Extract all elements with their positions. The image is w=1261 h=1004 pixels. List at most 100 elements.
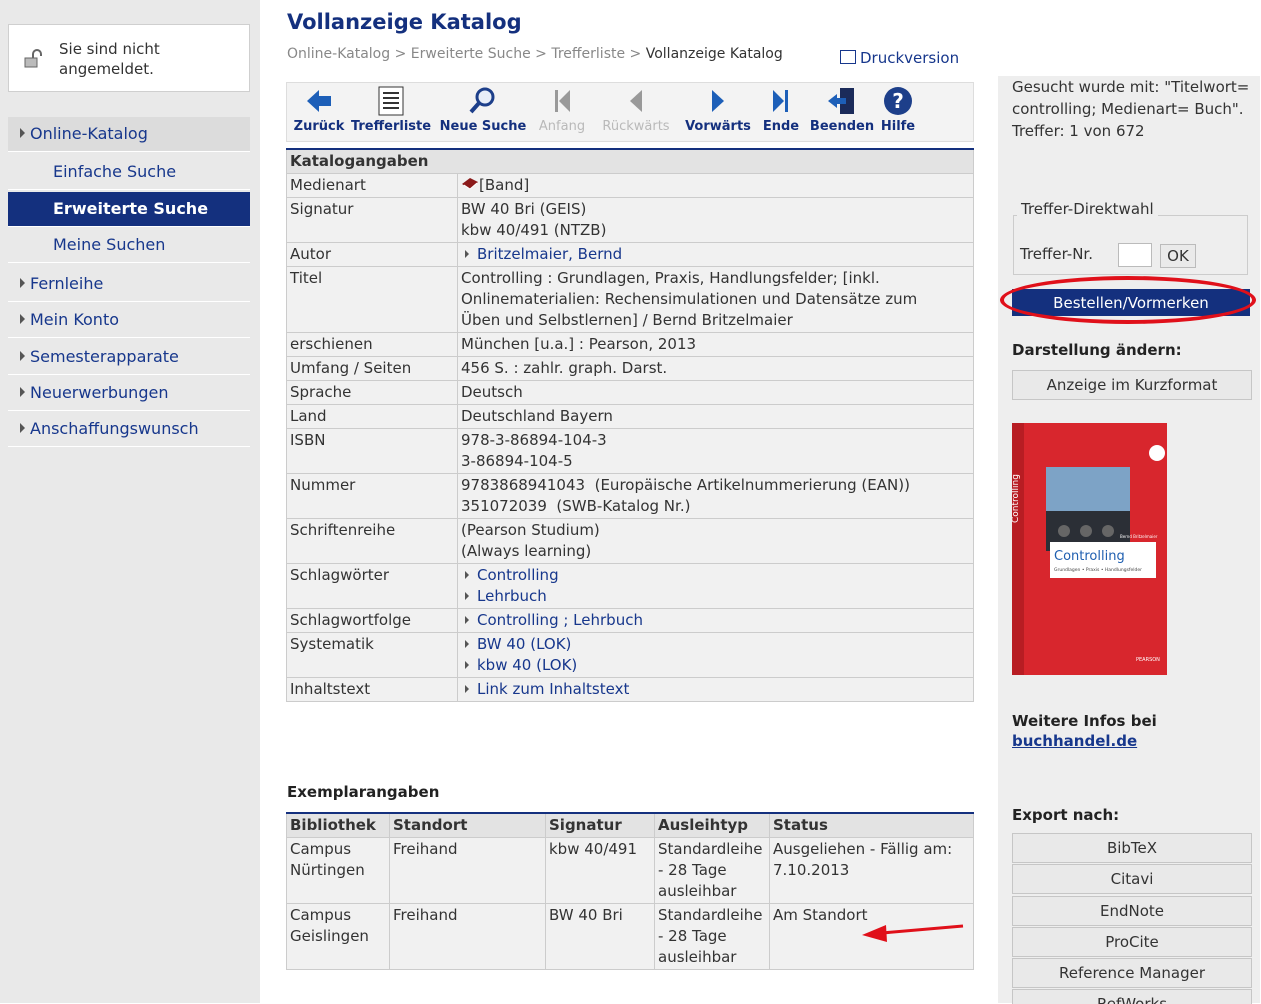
sidebar-item-einfache-suche[interactable]: Einfache Suche <box>8 155 250 190</box>
subject-sequence-link[interactable]: Controlling ; Lehrbuch <box>477 611 643 629</box>
exit-icon <box>828 88 854 114</box>
table-row: Nummer 9783868941043 (Europäische Artikel… <box>286 473 974 519</box>
sidebar: Sie sind nicht angemeldet. Online-Katalo… <box>0 0 260 1003</box>
open-lock-icon <box>24 49 42 68</box>
table-row: Titel Controlling : Grundlagen, Praxis, H… <box>286 266 974 333</box>
export-procite-button[interactable]: ProCite <box>1012 927 1252 957</box>
next-button[interactable]: Vorwärts <box>683 85 753 134</box>
print-version-link[interactable]: Druckversion <box>840 49 959 67</box>
display-heading: Darstellung ändern: <box>1012 341 1182 359</box>
cover-author: Bernd Britzelmaier <box>1120 534 1158 539</box>
list-icon <box>378 86 404 116</box>
table-row: Medienart [Band] <box>286 173 974 198</box>
cover-spine-text: Controlling <box>1012 474 1021 523</box>
table-row: erschienen München [u.a.] : Pearson, 2013 <box>286 332 974 357</box>
back-button[interactable]: Zurück <box>289 85 349 134</box>
breadcrumb-current: Vollanzeige Katalog <box>645 46 783 62</box>
triangle-right-icon <box>465 571 469 579</box>
author-link[interactable]: Britzelmaier, Bernd <box>477 245 622 263</box>
sidebar-item-online-katalog[interactable]: Online-Katalog <box>8 117 250 152</box>
breadcrumb-online-katalog[interactable]: Online-Katalog <box>287 46 390 62</box>
buchhandel-link[interactable]: buchhandel.de <box>1012 732 1137 750</box>
table-row: Sprache Deutsch <box>286 380 974 405</box>
table-row: Schriftenreihe (Pearson Studium) (Always l… <box>286 518 974 564</box>
red-highlight-ellipse <box>1000 276 1256 324</box>
breadcrumb-separator: > <box>535 46 547 62</box>
short-format-button[interactable]: Anzeige im Kurzformat <box>1012 370 1252 400</box>
sidebar-item-erweiterte-suche[interactable]: Erweiterte Suche <box>8 192 250 227</box>
table-row: Signatur BW 40 Bri (GEIS) kbw 40/491 (NTZB… <box>286 197 974 243</box>
classification-link[interactable]: BW 40 (LOK) <box>477 635 571 653</box>
table-row: Campus Nürtingen Freihand kbw 40/491 Sta… <box>286 837 974 904</box>
last-button[interactable]: Ende <box>759 85 803 134</box>
export-heading: Export nach: <box>1012 806 1120 824</box>
help-icon: ? <box>884 87 912 115</box>
copies-table: Bibliothek Standort Signatur Ausleihtyp … <box>286 812 974 970</box>
first-button[interactable]: Anfang <box>533 85 591 134</box>
classification-link[interactable]: kbw 40 (LOK) <box>477 656 577 674</box>
cover-publisher: PEARSON <box>1136 657 1160 663</box>
printer-icon <box>840 50 856 64</box>
exit-button[interactable]: Beenden <box>807 85 877 134</box>
ok-button[interactable]: OK <box>1160 244 1196 268</box>
export-reference-manager-button[interactable]: Reference Manager <box>1012 958 1252 988</box>
search-info-text: Gesucht wurde mit: "Titelwort= controlli… <box>1012 78 1250 140</box>
catalog-heading: Katalogangaben <box>286 148 974 174</box>
triangle-right-icon <box>465 685 469 693</box>
triangle-right-icon <box>712 90 724 112</box>
triangle-right-icon <box>20 314 25 324</box>
copies-heading: Exemplarangaben <box>287 783 440 801</box>
triangle-right-icon <box>465 592 469 600</box>
login-status-text: Sie sind nicht angemeldet. <box>59 40 160 78</box>
hit-list-button[interactable]: Trefferliste <box>349 85 433 134</box>
cover-title: Controlling <box>1054 549 1125 564</box>
triangle-left-icon <box>630 90 642 112</box>
table-row: Schlagwörter Controlling Lehrbuch <box>286 563 974 609</box>
triangle-right-icon <box>465 250 469 258</box>
help-button[interactable]: ? Hilfe <box>879 85 917 134</box>
export-bibtex-button[interactable]: BibTeX <box>1012 833 1252 863</box>
breadcrumb-trefferliste[interactable]: Trefferliste <box>551 46 625 62</box>
export-refworks-button[interactable]: RefWorks <box>1012 989 1252 1004</box>
navigation-toolbar: Zurück Trefferliste Neue Suche Anfang Rü… <box>286 82 974 142</box>
hit-number-input[interactable] <box>1118 243 1152 267</box>
catalog-details-table: Katalogangaben Medienart [Band] Signatur B… <box>286 148 974 702</box>
sidebar-item-neuerwerbungen[interactable]: Neuerwerbungen <box>8 376 250 411</box>
sidebar-item-fernleihe[interactable]: Fernleihe <box>8 267 250 302</box>
magnifier-icon <box>469 87 495 114</box>
login-status-box: Sie sind nicht angemeldet. <box>8 24 250 92</box>
breadcrumb: Online-Katalog > Erweiterte Suche > Tref… <box>287 46 783 62</box>
triangle-right-icon <box>465 661 469 669</box>
table-row: Systematik BW 40 (LOK) kbw 40 (LOK) <box>286 632 974 678</box>
table-row: Autor Britzelmaier, Bernd <box>286 242 974 267</box>
table-row: Schlagwortfolge Controlling ; Lehrbuch <box>286 608 974 633</box>
sidebar-item-semesterapparate[interactable]: Semesterapparate <box>8 340 250 375</box>
page-title: Vollanzeige Katalog <box>287 10 522 34</box>
more-info-heading: Weitere Infos bei <box>1012 712 1157 730</box>
sidebar-item-meine-suchen[interactable]: Meine Suchen <box>8 228 250 263</box>
table-row: ISBN 978-3-86894-104-3 3-86894-104-5 <box>286 428 974 474</box>
breadcrumb-erweiterte-suche[interactable]: Erweiterte Suche <box>411 46 531 62</box>
table-row: Land Deutschland Bayern <box>286 404 974 429</box>
cover-subtitle: Grundlagen • Praxis • Handlungsfelder <box>1054 567 1142 573</box>
red-arrow-annotation <box>862 924 964 942</box>
hit-direct-select-legend: Treffer-Direktwahl <box>1017 200 1158 218</box>
last-icon <box>773 90 788 112</box>
subject-link[interactable]: Lehrbuch <box>477 587 547 605</box>
triangle-right-icon <box>465 640 469 648</box>
table-row: Umfang / Seiten 456 S. : zahlr. graph. Da… <box>286 356 974 381</box>
export-citavi-button[interactable]: Citavi <box>1012 864 1252 894</box>
content-text-link[interactable]: Link zum Inhaltstext <box>477 680 629 698</box>
export-endnote-button[interactable]: EndNote <box>1012 896 1252 926</box>
triangle-right-icon <box>20 387 25 397</box>
sidebar-item-anschaffungswunsch[interactable]: Anschaffungswunsch <box>8 412 250 447</box>
book-icon <box>462 178 478 190</box>
triangle-right-icon <box>20 278 25 288</box>
arrow-left-icon <box>307 90 331 112</box>
table-row: Inhaltstext Link zum Inhaltstext <box>286 677 974 702</box>
subject-link[interactable]: Controlling <box>477 566 559 584</box>
sidebar-item-mein-konto[interactable]: Mein Konto <box>8 303 250 338</box>
svg-text:?: ? <box>892 89 904 113</box>
new-search-button[interactable]: Neue Suche <box>439 85 527 134</box>
previous-button[interactable]: Rückwärts <box>597 85 675 134</box>
